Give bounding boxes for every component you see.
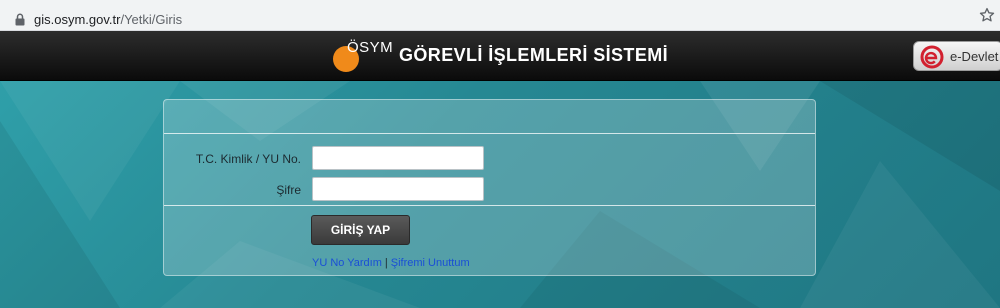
forgot-password-link[interactable]: Şifremi Unuttum <box>391 257 470 269</box>
url-host: gis.osym.gov.tr <box>34 12 121 27</box>
password-input[interactable] <box>312 177 484 201</box>
panel-divider-top <box>164 133 815 134</box>
url-path: /Yetki/Giris <box>120 12 183 27</box>
yu-help-link[interactable]: YU No Yardım <box>312 257 382 269</box>
panel-divider-bottom <box>164 205 815 206</box>
help-links: YU No Yardım | Şifremi Unuttum <box>312 257 470 269</box>
edevlet-button[interactable]: e-Devlet <box>913 41 1000 71</box>
edevlet-logo-icon <box>920 45 944 69</box>
osym-logo: ÖSYM <box>333 37 393 73</box>
page-title: GÖREVLİ İŞLEMLERİ SİSTEMİ <box>399 45 669 65</box>
login-panel: T.C. Kimlik / YU No. Şifre GİRİŞ YAP YU … <box>163 99 816 276</box>
link-separator: | <box>384 257 388 269</box>
password-label: Şifre <box>276 183 301 197</box>
tc-label: T.C. Kimlik / YU No. <box>195 152 301 166</box>
edevlet-label: e-Devlet <box>950 49 999 64</box>
site-header: ÖSYM GÖREVLİ İŞLEMLERİ SİSTEMİ e-Devlet <box>0 31 1000 81</box>
star-icon[interactable] <box>978 6 996 24</box>
logo-text: ÖSYM <box>347 39 394 56</box>
login-button[interactable]: GİRİŞ YAP <box>311 215 410 245</box>
lock-icon <box>15 13 25 26</box>
url-field[interactable]: gis.osym.gov.tr/Yetki/Giris <box>4 4 966 27</box>
url-text: gis.osym.gov.tr/Yetki/Giris <box>34 12 182 27</box>
tc-input[interactable] <box>312 146 484 170</box>
browser-address-bar: gis.osym.gov.tr/Yetki/Giris <box>0 0 1000 31</box>
